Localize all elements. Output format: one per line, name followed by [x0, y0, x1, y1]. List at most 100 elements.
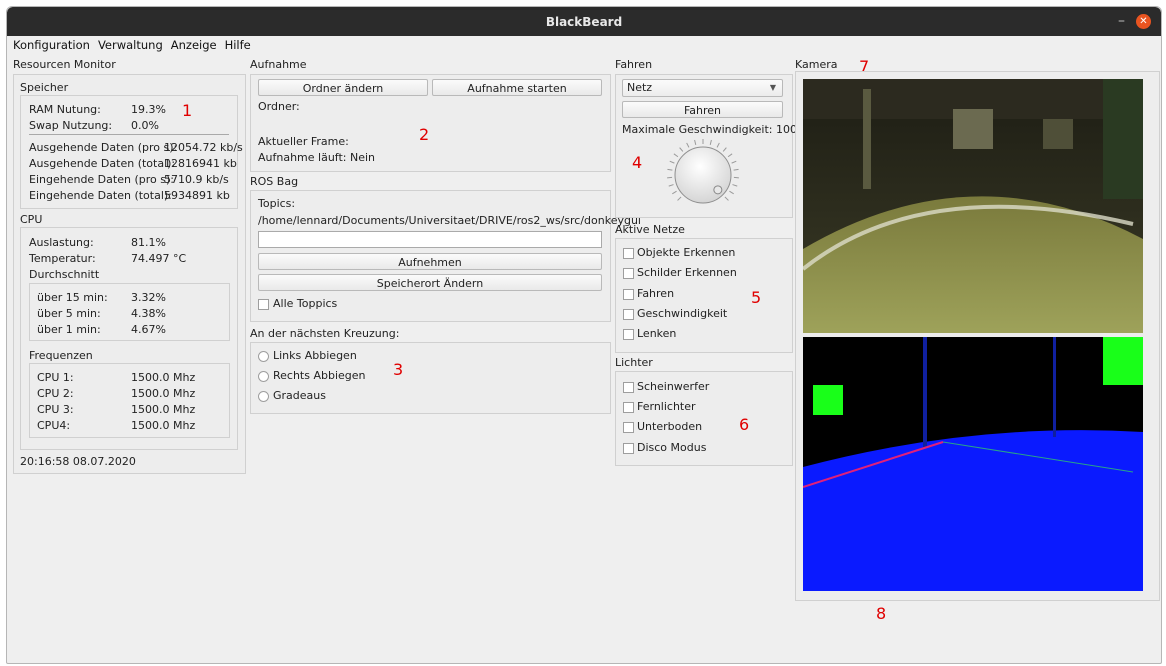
menu-verwaltung[interactable]: Verwaltung — [92, 36, 165, 52]
freq-label: CPU 3: — [37, 403, 74, 416]
mode-select[interactable]: Netz ▼ — [622, 79, 783, 97]
out-rate-label: Ausgehende Daten (pro s): — [29, 141, 178, 154]
freq-label: CPU 2: — [37, 387, 74, 400]
dial-tick — [724, 196, 729, 201]
aktive-netze-title: Aktive Netze — [615, 223, 685, 236]
menu-anzeige[interactable]: Anzeige — [165, 36, 219, 52]
menu-konfiguration[interactable]: Konfiguration — [7, 36, 92, 52]
dial-tick — [733, 168, 739, 171]
close-icon[interactable]: ✕ — [1136, 14, 1151, 29]
window-title: BlackBeard — [545, 15, 623, 29]
dial-tick — [732, 184, 738, 187]
in-total-label: Eingehende Daten (total): — [29, 189, 172, 202]
net-checkbox[interactable] — [623, 309, 634, 320]
annotation-2: 2 — [419, 125, 430, 144]
max-speed-label: Maximale Geschwindigkeit: 100% — [622, 123, 808, 136]
annotation-3: 3 — [393, 360, 404, 379]
dial-tick — [722, 147, 727, 152]
light-label: Disco Modus — [637, 441, 707, 454]
drive-button[interactable]: Fahren — [622, 101, 783, 118]
dial-indicator — [713, 185, 723, 195]
freq-label: CPU4: — [37, 419, 71, 432]
rosbag-title: ROS Bag — [250, 175, 299, 188]
segmentation-image — [803, 337, 1143, 591]
fahren-title: Fahren — [615, 58, 653, 71]
net-checkbox[interactable] — [623, 268, 634, 279]
dial-tick — [686, 142, 690, 148]
dial-tick — [673, 153, 679, 158]
recording-status: Aufnahme läuft: Nein — [258, 151, 376, 164]
start-recording-button[interactable]: Aufnahme starten — [432, 79, 602, 96]
net-label: Geschwindigkeit — [637, 307, 728, 320]
lichter-title: Lichter — [615, 356, 653, 369]
all-topics-checkbox[interactable] — [258, 299, 269, 310]
title-bar: BlackBeard – ✕ — [7, 7, 1161, 36]
topics-input[interactable] — [258, 231, 602, 248]
dial-tick — [716, 142, 720, 148]
freq-value: 1500.0 Mhz — [131, 371, 196, 384]
freq-value: 1500.0 Mhz — [131, 403, 196, 416]
light-label: Fernlichter — [637, 400, 696, 413]
cpu-title: CPU — [20, 213, 43, 226]
dial-tick — [709, 139, 712, 145]
aufnahme-title: Aufnahme — [250, 58, 307, 71]
in-rate-label: Eingehende Daten (pro s): — [29, 173, 174, 186]
light-checkbox[interactable] — [623, 402, 634, 413]
net-label: Schilder Erkennen — [637, 266, 737, 279]
temp-label: Temperatur: — [29, 252, 96, 265]
dial-tick — [731, 160, 737, 164]
light-checkbox[interactable] — [623, 443, 634, 454]
avg-title: Durchschnitt — [29, 268, 100, 281]
annotation-5: 5 — [751, 288, 762, 307]
avg-label: über 1 min: — [37, 323, 101, 336]
out-total-value: 12816941 kb — [164, 157, 237, 170]
segmentation-scene — [803, 337, 1143, 591]
option-label: Rechts Abbiegen — [273, 369, 366, 382]
annotation-6: 6 — [739, 415, 750, 434]
speicher-title: Speicher — [20, 81, 69, 94]
net-checkbox[interactable] — [623, 329, 634, 340]
speed-dial[interactable] — [663, 137, 743, 211]
net-checkbox[interactable] — [623, 248, 634, 259]
avg-value: 4.67% — [131, 323, 166, 336]
camera-image — [803, 79, 1143, 333]
record-button[interactable]: Aufnehmen — [258, 253, 602, 270]
topics-label: Topics: — [258, 197, 296, 210]
temp-value: 74.497 °C — [131, 252, 187, 265]
freq-title: Frequenzen — [29, 349, 93, 362]
change-folder-button[interactable]: Ordner ändern — [258, 79, 428, 96]
chevron-down-icon: ▼ — [769, 83, 776, 92]
light-checkbox[interactable] — [623, 422, 634, 433]
net-label: Fahren — [637, 287, 675, 300]
main-window: BlackBeard – ✕ Konfiguration Verwaltung An… — [6, 6, 1162, 664]
annotation-4: 4 — [632, 153, 643, 172]
radio-gradeaus[interactable] — [258, 391, 269, 402]
avg-label: über 5 min: — [37, 307, 101, 320]
avg-label: über 15 min: — [37, 291, 108, 304]
kreuzung-title: An der nächsten Kreuzung: — [250, 327, 400, 340]
net-checkbox[interactable] — [623, 289, 634, 300]
minimize-icon[interactable]: – — [1118, 13, 1125, 29]
option-label: Links Abbiegen — [273, 349, 357, 362]
menu-hilfe[interactable]: Hilfe — [219, 36, 253, 52]
dial-tick — [672, 190, 677, 195]
change-location-button[interactable]: Speicherort Ändern — [258, 274, 602, 291]
light-label: Scheinwerfer — [637, 380, 710, 393]
dial-tick — [668, 184, 674, 187]
out-total-label: Ausgehende Daten (total): — [29, 157, 176, 170]
radio-links[interactable] — [258, 351, 269, 362]
divider — [29, 134, 229, 135]
load-label: Auslastung: — [29, 236, 94, 249]
dial-tick — [667, 168, 673, 171]
freq-label: CPU 1: — [37, 371, 74, 384]
frame-label: Aktueller Frame: — [258, 135, 349, 148]
radio-rechts[interactable] — [258, 371, 269, 382]
annotation-8: 8 — [876, 604, 887, 623]
resource-monitor-title: Resourcen Monitor — [13, 58, 116, 71]
swap-value: 0.0% — [131, 119, 159, 132]
light-checkbox[interactable] — [623, 382, 634, 393]
camera-scene — [803, 79, 1143, 333]
mode-select-value: Netz — [627, 81, 653, 94]
avg-value: 4.38% — [131, 307, 166, 320]
folder-label: Ordner: — [258, 100, 300, 113]
